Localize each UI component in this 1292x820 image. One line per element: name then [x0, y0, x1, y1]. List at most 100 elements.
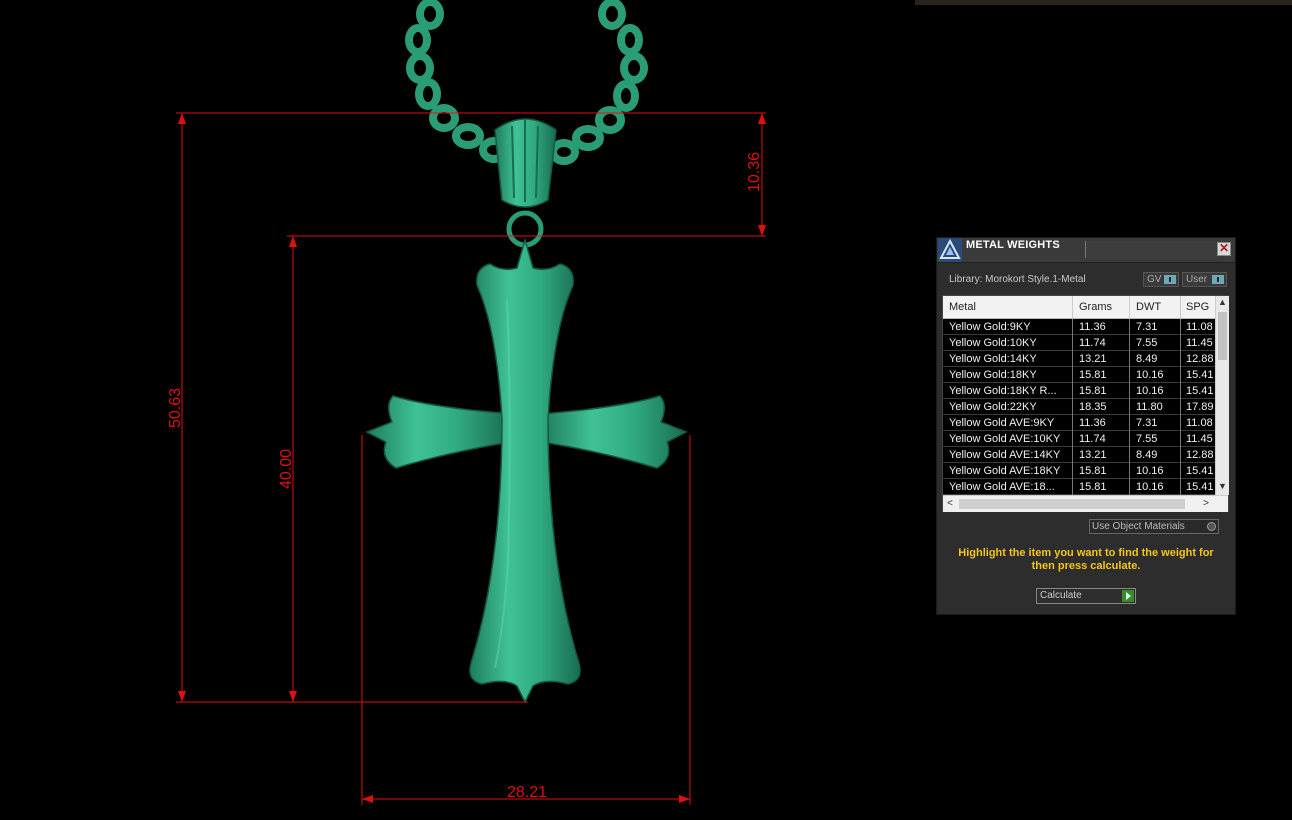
panel-titlebar[interactable]: METAL WEIGHTS ✕ [937, 238, 1235, 263]
column-header-metal[interactable]: Metal [949, 301, 976, 313]
table-cell: 7.31 [1136, 417, 1158, 429]
table-cell: 8.49 [1136, 353, 1158, 365]
table-row[interactable]: Yellow Gold:9KY 11.36 7.31 11.08 [943, 319, 1215, 335]
bail [494, 118, 557, 248]
scroll-thumb[interactable] [959, 499, 1185, 509]
column-divider [1129, 431, 1130, 447]
table-cell: 11.74 [1079, 337, 1106, 349]
titlebar-spacer [1085, 241, 1218, 258]
instruction-text: Highlight the item you want to find the … [958, 547, 1214, 572]
table-cell: 15.81 [1079, 465, 1107, 477]
column-divider [1129, 415, 1130, 431]
table-cell: Yellow Gold:10KY [949, 337, 1037, 349]
dimension-cross-height: 40.00 [278, 449, 295, 489]
column-divider [1129, 351, 1130, 367]
table-cell: Yellow Gold AVE:18... [949, 481, 1055, 493]
column-divider [1072, 383, 1073, 399]
table-cell: 7.55 [1136, 337, 1158, 349]
gv-toggle[interactable]: GV [1143, 272, 1179, 287]
table-cell: 10.16 [1136, 369, 1164, 381]
column-divider [1072, 335, 1073, 351]
column-header-grams[interactable]: Grams [1079, 301, 1112, 313]
table-cell: Yellow Gold:22KY [949, 401, 1037, 413]
panel-title: METAL WEIGHTS [966, 239, 1060, 251]
scroll-right-icon[interactable]: > [1199, 496, 1213, 512]
table-cell: 12.88 [1186, 353, 1214, 365]
table-row[interactable]: Yellow Gold:18KY 15.81 10.16 15.41 [943, 367, 1215, 383]
table-row[interactable]: Yellow Gold AVE:14KY 13.21 8.49 12.88 [943, 447, 1215, 463]
column-divider [1129, 296, 1130, 318]
table-body: Yellow Gold:9KY 11.36 7.31 11.08 Yellow Gold… [943, 319, 1215, 495]
dimension-bail-height: 10.36 [746, 152, 763, 192]
column-divider [1180, 351, 1181, 367]
column-divider [1180, 463, 1181, 479]
table-row[interactable]: Yellow Gold:14KY 13.21 8.49 12.88 [943, 351, 1215, 367]
vertical-scrollbar[interactable]: ▲ ▼ [1215, 296, 1229, 495]
table-cell: 11.45 [1186, 337, 1213, 349]
scroll-thumb[interactable] [1218, 312, 1227, 360]
dimension-cross-width: 28.21 [507, 784, 547, 801]
column-header-spg[interactable]: SPG [1186, 301, 1209, 313]
table-cell: 12.88 [1186, 449, 1214, 461]
column-divider [1072, 319, 1073, 335]
table-row[interactable]: Yellow Gold AVE:18KY 15.81 10.16 15.41 [943, 463, 1215, 479]
metal-weights-panel: METAL WEIGHTS ✕ Library: Morokort Style.… [936, 237, 1236, 615]
table-cell: Yellow Gold AVE:10KY [949, 433, 1061, 445]
column-divider [1180, 479, 1181, 495]
column-divider [1180, 335, 1181, 351]
user-toggle[interactable]: User [1182, 272, 1227, 287]
table-cell: 11.36 [1079, 417, 1106, 429]
table-row[interactable]: Yellow Gold AVE:9KY 11.36 7.31 11.08 [943, 415, 1215, 431]
column-divider [1072, 399, 1073, 415]
table-cell: 18.35 [1079, 401, 1107, 413]
table-row[interactable]: Yellow Gold AVE:18... 15.81 10.16 15.41 [943, 479, 1215, 495]
column-divider [1129, 463, 1130, 479]
column-divider [1072, 296, 1073, 318]
app-logo-icon [938, 238, 962, 262]
radio-icon[interactable] [1207, 522, 1216, 531]
column-header-dwt[interactable]: DWT [1136, 301, 1161, 313]
column-divider [1129, 319, 1130, 335]
user-toggle-label: User [1186, 274, 1208, 285]
scroll-up-icon[interactable]: ▲ [1216, 296, 1229, 309]
table-cell: Yellow Gold:18KY [949, 369, 1037, 381]
column-divider [1072, 351, 1073, 367]
table-cell: 7.55 [1136, 433, 1158, 445]
column-divider [1072, 367, 1073, 383]
column-divider [1072, 431, 1073, 447]
table-cell: 10.16 [1136, 481, 1164, 493]
table-cell: 13.21 [1079, 449, 1107, 461]
column-divider [1129, 447, 1130, 463]
table-cell: 15.41 [1186, 369, 1214, 381]
table-row[interactable]: Yellow Gold:18KY R... 15.81 10.16 15.41 [943, 383, 1215, 399]
table-cell: Yellow Gold AVE:14KY [949, 449, 1061, 461]
table-cell: 15.81 [1079, 481, 1107, 493]
use-object-materials-option[interactable]: Use Object Materials [1089, 519, 1219, 534]
calculate-button[interactable]: Calculate [1036, 588, 1136, 604]
column-divider [1072, 479, 1073, 495]
play-icon [1122, 590, 1134, 602]
scroll-down-icon[interactable]: ▼ [1216, 480, 1229, 493]
column-divider [1129, 335, 1130, 351]
horizontal-scrollbar[interactable]: < > [943, 495, 1228, 512]
table-cell: Yellow Gold AVE:18KY [949, 465, 1061, 477]
table-cell: 17.89 [1186, 401, 1214, 413]
table-row[interactable]: Yellow Gold:22KY 18.35 11.80 17.89 [943, 399, 1215, 415]
close-button[interactable]: ✕ [1217, 242, 1231, 256]
table-row[interactable]: Yellow Gold:10KY 11.74 7.55 11.45 [943, 335, 1215, 351]
table-cell: 11.08 [1186, 417, 1213, 429]
table-cell: 11.74 [1079, 433, 1106, 445]
cross-pendant [365, 237, 688, 704]
table-row[interactable]: Yellow Gold AVE:10KY 11.74 7.55 11.45 [943, 431, 1215, 447]
scroll-left-icon[interactable]: < [943, 496, 957, 512]
column-divider [1180, 415, 1181, 431]
column-divider [1180, 367, 1181, 383]
column-divider [1180, 447, 1181, 463]
table-cell: 15.81 [1079, 385, 1107, 397]
toggle-switch-icon [1212, 275, 1224, 284]
table-cell: 10.16 [1136, 465, 1164, 477]
column-divider [1072, 415, 1073, 431]
gv-toggle-label: GV [1147, 274, 1162, 285]
column-divider [1129, 479, 1130, 495]
table-header: Metal Grams DWT SPG [943, 296, 1215, 319]
